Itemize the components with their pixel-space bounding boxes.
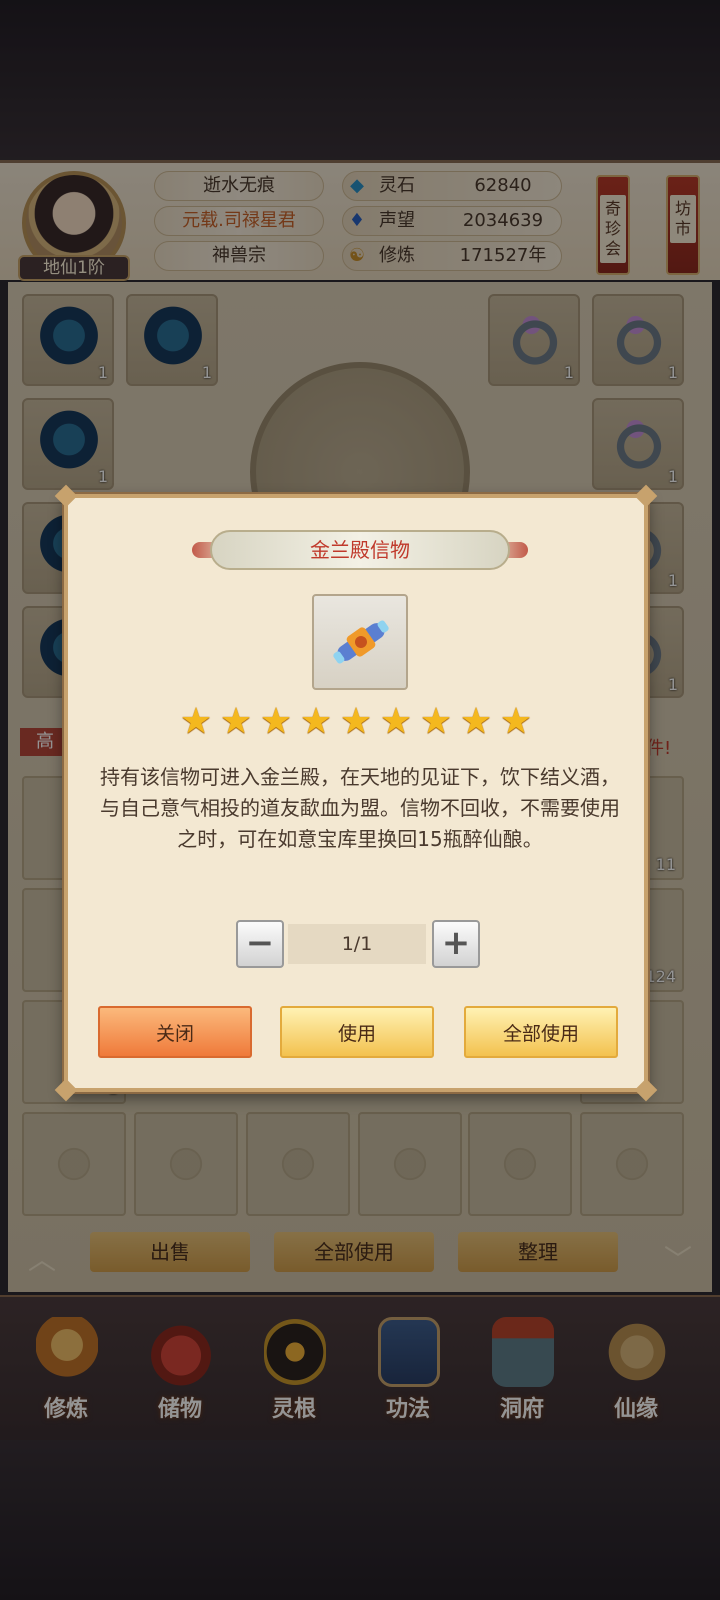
use-all-button[interactable]: 全部使用	[464, 1006, 618, 1058]
item-icon-frame	[312, 594, 408, 690]
quantity-value[interactable]: 1/1	[288, 924, 426, 964]
star-icon: ★	[379, 701, 413, 742]
star-rating: ★ ★ ★ ★ ★ ★ ★ ★ ★	[176, 702, 544, 742]
close-button[interactable]: 关闭	[98, 1006, 252, 1058]
dialog-title: 金兰殿信物	[210, 530, 510, 570]
quantity-minus-button[interactable]: −	[236, 920, 284, 968]
star-icon: ★	[339, 701, 373, 742]
token-scroll-icon	[333, 620, 389, 664]
item-description: 持有该信物可进入金兰殿，在天地的见证下，饮下结义酒，与自己意气相投的道友歃血为盟…	[100, 765, 620, 851]
quantity-plus-button[interactable]: +	[432, 920, 480, 968]
star-icon: ★	[179, 701, 213, 742]
item-detail-dialog: 金兰殿信物 ★ ★ ★ ★ ★ ★ ★ ★ ★ 持有该信物可进入金兰殿，在天地的见证下，饮下结义…	[54, 484, 658, 1102]
star-icon: ★	[299, 701, 333, 742]
star-icon: ★	[219, 701, 253, 742]
use-button[interactable]: 使用	[280, 1006, 434, 1058]
star-icon: ★	[459, 701, 493, 742]
star-icon: ★	[259, 701, 293, 742]
star-icon: ★	[419, 701, 453, 742]
star-icon: ★	[499, 701, 533, 742]
